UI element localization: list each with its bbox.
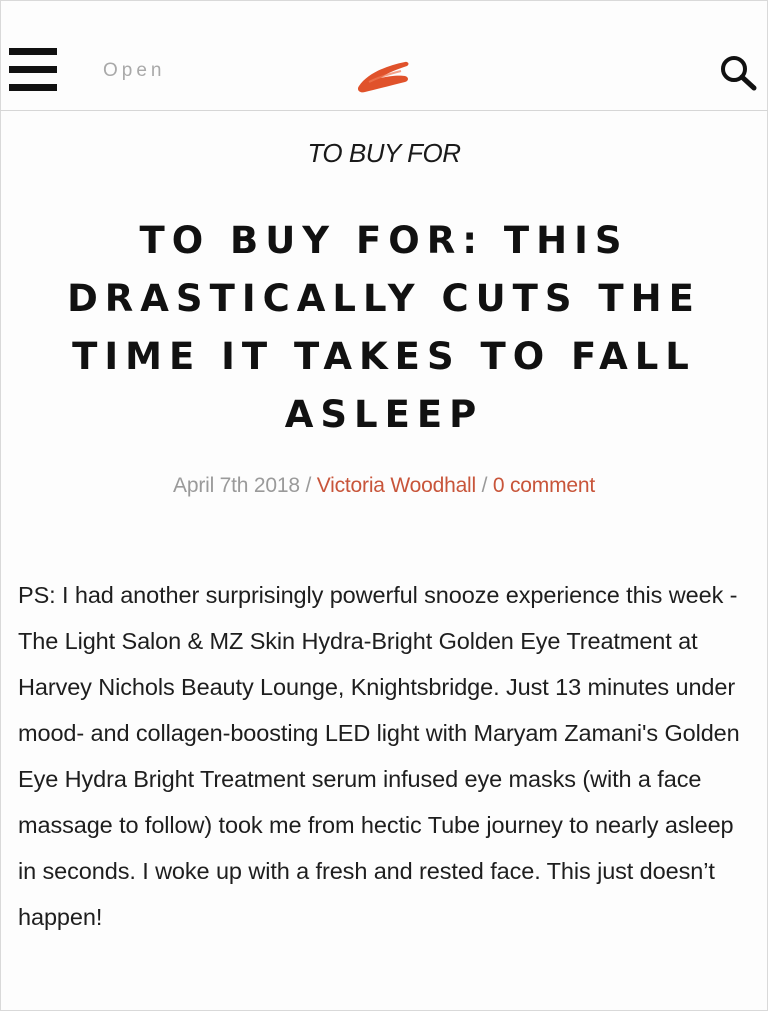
- article-body: PS: I had another surprisingly powerful …: [18, 582, 740, 930]
- brush-stroke-logo[interactable]: [355, 56, 413, 96]
- article-title: TO BUY FOR: THIS DRASTICALLY CUTS THE TI…: [67, 219, 701, 436]
- comments-link[interactable]: 0 comment: [493, 474, 595, 497]
- open-menu-label[interactable]: Open: [103, 60, 165, 82]
- search-icon[interactable]: [718, 54, 760, 92]
- meta-separator: /: [299, 474, 317, 497]
- article-date: April 7th 2018: [173, 474, 300, 497]
- site-header: Open: [0, 0, 768, 111]
- article-category[interactable]: TO BUY FOR: [0, 138, 768, 169]
- meta-separator: /: [475, 474, 493, 497]
- author-link[interactable]: Victoria Woodhall: [317, 474, 476, 497]
- menu-bar: [9, 48, 57, 55]
- article-meta: April 7th 2018 / Victoria Woodhall / 0 c…: [0, 474, 768, 498]
- menu-bar: [9, 66, 57, 73]
- menu-bar: [9, 84, 57, 91]
- hamburger-menu-icon[interactable]: [9, 48, 57, 92]
